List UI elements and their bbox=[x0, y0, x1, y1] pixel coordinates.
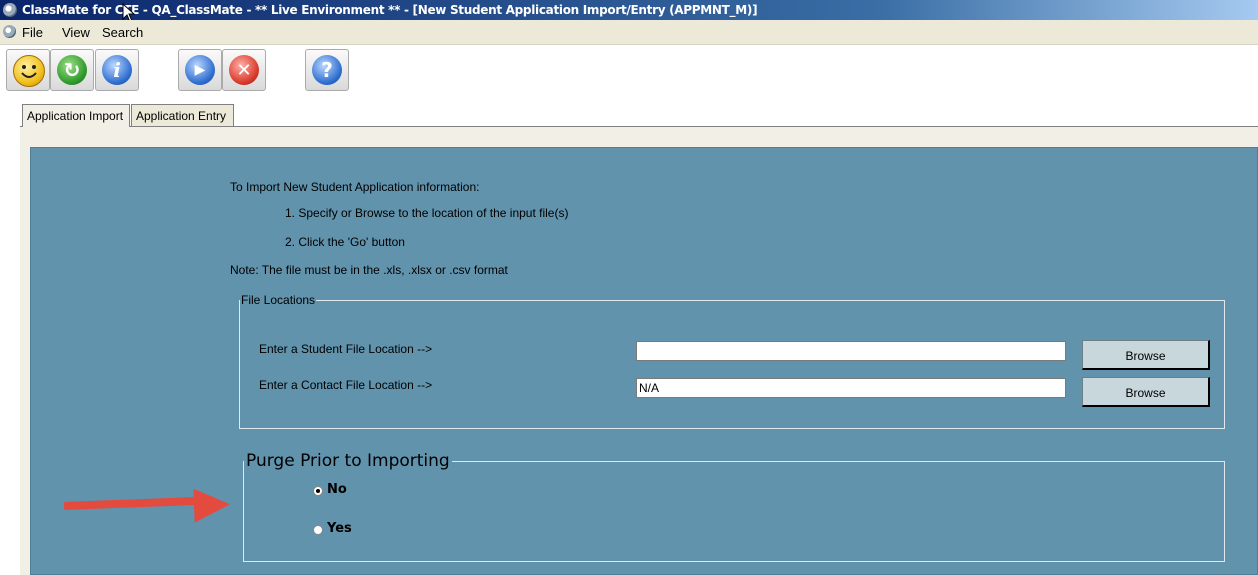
app-icon bbox=[3, 3, 17, 17]
annotation-arrow-icon bbox=[193, 487, 231, 523]
menu-bar bbox=[0, 20, 1258, 45]
purge-legend: Purge Prior to Importing bbox=[246, 451, 450, 471]
student-file-label: Enter a Student File Location --> bbox=[259, 342, 433, 356]
refresh-icon: ↻ bbox=[57, 55, 87, 85]
file-locations-group: File Locations bbox=[239, 293, 1225, 429]
purge-group: Purge Prior to Importing bbox=[243, 451, 1225, 562]
file-locations-legend: File Locations bbox=[241, 293, 316, 307]
refresh-button[interactable]: ↻ bbox=[50, 49, 94, 91]
format-note: Note: The file must be in the .xls, .xls… bbox=[230, 263, 508, 277]
info-icon: i bbox=[102, 55, 132, 85]
go-button[interactable]: ▶ bbox=[178, 49, 222, 91]
close-icon: ✕ bbox=[229, 55, 259, 85]
cancel-button[interactable]: ✕ bbox=[222, 49, 266, 91]
window-menu-icon[interactable] bbox=[3, 25, 16, 38]
menu-view[interactable]: View bbox=[62, 25, 90, 40]
contact-file-input[interactable] bbox=[636, 378, 1066, 398]
contact-browse-button[interactable]: Browse bbox=[1082, 377, 1210, 407]
help-button[interactable]: ? bbox=[305, 49, 349, 91]
help-icon: ? bbox=[312, 55, 342, 85]
student-file-input[interactable] bbox=[636, 341, 1066, 361]
tab-application-entry[interactable]: Application Entry bbox=[131, 104, 234, 126]
play-icon: ▶ bbox=[185, 55, 215, 85]
purge-no-label[interactable]: No bbox=[327, 482, 347, 497]
instructions-heading: To Import New Student Application inform… bbox=[230, 180, 480, 194]
student-browse-button[interactable]: Browse bbox=[1082, 340, 1210, 370]
purge-yes-radio[interactable] bbox=[313, 525, 323, 535]
window-title-bar: ClassMate for CTE - QA_ClassMate - ** Li… bbox=[0, 0, 1258, 20]
menu-search[interactable]: Search bbox=[102, 25, 143, 40]
instruction-step-2: 2. Click the 'Go' button bbox=[285, 235, 405, 249]
contact-file-label: Enter a Contact File Location --> bbox=[259, 378, 433, 392]
menu-file[interactable]: File bbox=[22, 25, 43, 40]
purge-no-radio[interactable] bbox=[313, 486, 323, 496]
tab-application-import[interactable]: Application Import bbox=[22, 104, 130, 127]
instruction-step-1: 1. Specify or Browse to the location of … bbox=[285, 206, 569, 220]
purge-yes-label[interactable]: Yes bbox=[327, 521, 352, 536]
info-button[interactable]: i bbox=[95, 49, 139, 91]
smiley-face-icon bbox=[13, 55, 45, 87]
smiley-button[interactable] bbox=[6, 49, 50, 91]
